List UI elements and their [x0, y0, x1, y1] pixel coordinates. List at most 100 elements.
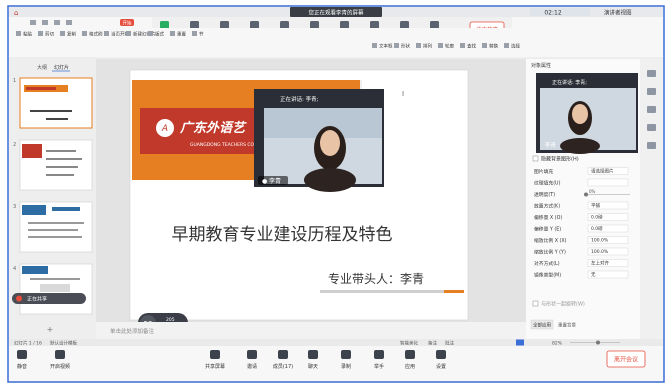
layers-icon[interactable] [647, 142, 656, 149]
members-icon [220, 21, 229, 29]
record-icon [341, 350, 351, 359]
property-value: 左上对齐 [591, 260, 609, 267]
thumb-2-line-4 [46, 174, 74, 176]
zoom-value[interactable]: 82% [552, 341, 563, 347]
redo-icon[interactable] [54, 20, 60, 25]
design-icon[interactable] [647, 88, 656, 95]
bottom-button-label: 开启视频 [50, 363, 70, 370]
status-smart-beautify[interactable]: 智能美化 [400, 340, 418, 347]
reset-background-button[interactable]: 重置背景 [558, 322, 576, 329]
bottom-button-label: 静音 [17, 363, 27, 370]
slide-thumbnail-3[interactable]: 3 [13, 201, 93, 253]
thumb-number-3: 3 [13, 204, 16, 210]
college-emblem-letter: A [161, 124, 168, 134]
rotate-with-shape-checkbox[interactable] [532, 300, 539, 307]
panel-tab-outline[interactable]: 大纲 [37, 64, 47, 71]
ribbon-tool-item[interactable]: 查找 [467, 43, 476, 50]
object-properties-icon[interactable] [647, 70, 656, 77]
ribbon-icon [104, 31, 109, 36]
ribbon-tool-item[interactable]: 轮廓 [445, 43, 454, 50]
ribbon-icon [170, 31, 175, 36]
thumb-4-image [40, 284, 70, 292]
wps-home-icon[interactable]: ⌂ [14, 9, 18, 17]
status-comments[interactable]: 批注 [445, 340, 454, 347]
undo-icon[interactable] [42, 20, 48, 25]
ribbon-icon [126, 31, 131, 36]
ribbon-tool-item[interactable]: 排列 [423, 43, 432, 50]
slide-thumbnail-4[interactable]: 4 [13, 263, 93, 315]
ribbon-tool-icon [394, 43, 399, 48]
panel-tab-slides[interactable]: 幻灯片 [54, 64, 69, 71]
property-label: 偏移量 X (O) [534, 214, 562, 221]
side-video-status: 正在讲话: 李青; [552, 79, 587, 86]
slides-icon [430, 21, 439, 29]
ribbon-item[interactable]: 粘贴 [23, 31, 32, 38]
zoom-slider-thumb[interactable] [596, 340, 600, 345]
share-status-text: 正在共享 [27, 296, 47, 303]
share-status-pill[interactable] [12, 293, 86, 304]
play-slideshow-icon[interactable] [516, 339, 524, 346]
thumb-3-title [52, 207, 80, 211]
slide-thumbnail-1[interactable]: 1 [13, 77, 93, 129]
ribbon-tool-item[interactable]: 选择 [511, 43, 520, 50]
bottom-button-label: 共享屏幕 [205, 363, 225, 370]
add-slide-icon[interactable]: + [47, 325, 54, 334]
texture-fill-select[interactable] [587, 178, 629, 187]
ribbon-item[interactable]: 剪切 [45, 31, 54, 38]
right-tool-strip [640, 59, 663, 339]
print-icon[interactable] [66, 20, 72, 25]
property-value: 0% [589, 189, 596, 194]
ribbon-item[interactable]: 复制 [67, 31, 76, 38]
transition-icon[interactable] [647, 124, 656, 131]
speaker-video-status: 正在讲话: 李青; [280, 95, 319, 103]
more-icon [280, 21, 289, 29]
property-label: 放置方式(K) [534, 203, 560, 210]
status-bar [9, 339, 663, 346]
ribbon-tool-item[interactable]: 形状 [401, 43, 410, 50]
bottom-button-label: 应用 [405, 363, 415, 370]
slide-thumbnail-2[interactable]: 2 [13, 139, 93, 191]
ribbon-tool-item[interactable]: 文本框 [379, 43, 393, 50]
save-icon[interactable] [30, 20, 36, 25]
slide-subtitle: 专业带头人：李青 [328, 271, 424, 286]
slide-logo-text: 广东外语艺 [179, 120, 247, 136]
new-share-icon [310, 21, 319, 29]
notes-area[interactable] [96, 322, 526, 339]
start-tab-label: 开始 [123, 20, 132, 27]
side-speaker-name: 李青 [545, 141, 557, 149]
thumb-number-1: 1 [13, 78, 16, 84]
thumb-number-2: 2 [13, 142, 16, 148]
status-notes[interactable]: 备注 [428, 340, 437, 347]
ribbon-item[interactable]: 版式 [155, 31, 164, 38]
ribbon-tool-item[interactable]: 替换 [489, 43, 498, 50]
property-value: 100.0% [591, 238, 609, 244]
bottom-button-label: 录制 [341, 363, 351, 370]
transparency-slider-thumb[interactable] [584, 192, 588, 197]
thumb-1-logo [26, 87, 56, 90]
share-status-icon [16, 295, 22, 302]
camera-off-icon [55, 350, 65, 359]
ribbon-item[interactable]: 节 [199, 32, 204, 38]
remote-control-icon [400, 21, 409, 29]
property-value: 请选择图片 [591, 168, 614, 175]
slide-logo-subtext: GUANGDONG TEACHERS COLLE [190, 142, 262, 148]
share-banner-text: 您正在观看李青的屏幕 [308, 9, 364, 17]
ribbon-icon [38, 31, 43, 36]
animation-icon[interactable] [647, 106, 656, 113]
thumb-3-line-2 [28, 229, 78, 231]
ribbon-item[interactable]: 重置 [177, 31, 186, 38]
thumb-2-line-3 [46, 166, 78, 168]
thumb-3-blue-block [22, 205, 46, 215]
ribbon-item[interactable]: 格式刷 [89, 31, 103, 38]
hide-background-checkbox[interactable] [532, 155, 539, 162]
text-cursor-icon: I [402, 90, 404, 98]
property-value: 100.0% [591, 249, 609, 255]
ribbon-tool-icon [460, 43, 465, 48]
mic-icon [17, 350, 27, 359]
thumb-2-line-1 [46, 150, 76, 152]
ribbon-icon [16, 31, 21, 36]
chat-icon [308, 350, 318, 359]
ribbon-icon [60, 31, 65, 36]
view-mode-button[interactable]: 演讲者视图 [604, 9, 632, 17]
property-label: 缩放比例 Y (Y) [534, 249, 566, 256]
